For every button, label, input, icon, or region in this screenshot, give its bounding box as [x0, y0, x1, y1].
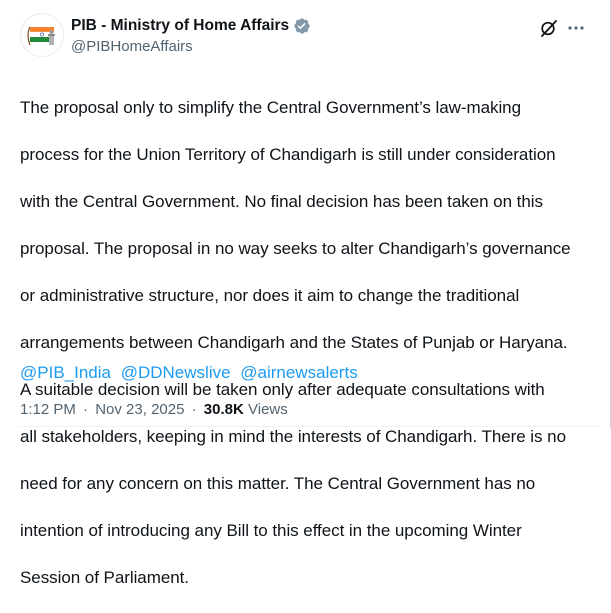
- tweet-text-line: process for the Union Territory of Chand…: [20, 144, 556, 164]
- mention-ddnewslive[interactable]: @DDNewslive: [121, 363, 231, 382]
- display-name[interactable]: PIB - Ministry of Home Affairs: [71, 17, 289, 35]
- tweet-text-line: proposal. The proposal in no way seeks t…: [20, 238, 571, 258]
- verified-badge-icon[interactable]: [293, 17, 311, 35]
- tweet-text-line: The proposal only to simplify the Centra…: [20, 97, 521, 117]
- tweet-text-line: intention of introducing any Bill to thi…: [20, 520, 522, 540]
- tweet-text-line: or administrative structure, nor does it…: [20, 285, 520, 305]
- grok-icon[interactable]: [539, 18, 559, 38]
- post-date[interactable]: Nov 23, 2025: [95, 401, 184, 418]
- tweet-meta: 1:12 PM · Nov 23, 2025 · 30.8K Views: [20, 400, 288, 420]
- post-time[interactable]: 1:12 PM: [20, 401, 76, 418]
- meta-separator: ·: [191, 401, 197, 418]
- account-handle[interactable]: @PIBHomeAffairs: [71, 37, 311, 57]
- more-options-icon[interactable]: [566, 18, 586, 38]
- mentions-row: @PIB_India @DDNewslive @airnewsalerts: [20, 361, 363, 384]
- meta-separator: ·: [83, 401, 89, 418]
- name-row: PIB - Ministry of Home Affairs: [71, 15, 311, 37]
- tweet-card: PIB - Ministry of Home Affairs @PIBHomeA…: [0, 0, 611, 587]
- account-header: PIB - Ministry of Home Affairs @PIBHomeA…: [71, 15, 311, 57]
- mention-airnewsalerts[interactable]: @airnewsalerts: [240, 363, 357, 382]
- tweet-text: The proposal only to simplify the Centra…: [20, 72, 600, 613]
- account-avatar[interactable]: [20, 13, 64, 57]
- mention-pib-india[interactable]: @PIB_India: [20, 363, 111, 382]
- tweet-text-line: with the Central Government. No final de…: [20, 191, 543, 211]
- tweet-text-line: need for any concern on this matter. The…: [20, 473, 536, 493]
- divider: [20, 426, 600, 427]
- views-count[interactable]: 30.8K: [204, 401, 244, 418]
- emblem-avatar-icon: [22, 15, 63, 56]
- tweet-text-line: all stakeholders, keeping in mind the in…: [20, 426, 566, 446]
- tweet-text-line: Session of Parliament.: [20, 567, 189, 587]
- views-label: Views: [248, 401, 288, 418]
- tweet-text-line: arrangements between Chandigarh and the …: [20, 332, 568, 352]
